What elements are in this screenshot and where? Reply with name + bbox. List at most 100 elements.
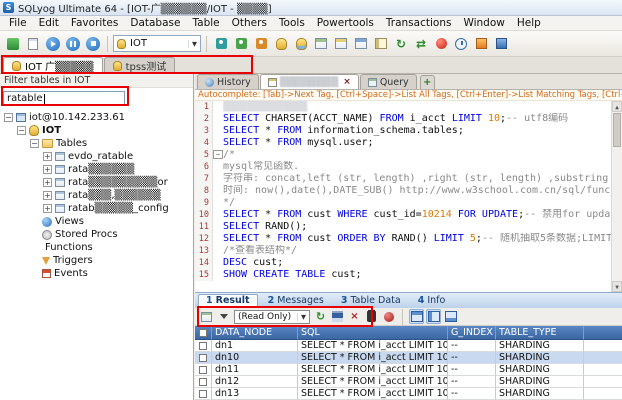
tab-messages[interactable]: 2 Messages — [261, 294, 331, 308]
grid-options-dropdown-icon[interactable] — [216, 309, 231, 324]
alter-database-icon[interactable] — [292, 35, 310, 53]
scrollbar-thumb[interactable] — [613, 113, 621, 147]
column-header-data_node[interactable]: DATA_NODE — [212, 326, 298, 340]
schema-sync-icon[interactable]: ⇄ — [412, 35, 430, 53]
user-manager-icon[interactable] — [212, 35, 230, 53]
editor-line[interactable]: 2SELECT CHARSET(ACCT_NAME) FROM i_acct L… — [195, 113, 622, 125]
editor-line[interactable]: 13/*查看表结构*/ — [195, 245, 622, 257]
tree-item[interactable]: Triggers — [0, 254, 193, 267]
collapse-icon[interactable]: − — [17, 126, 26, 135]
filter-tables-input[interactable]: ratable — [3, 91, 125, 106]
tab-table-data[interactable]: 3 Table Data — [334, 294, 408, 308]
create-user-icon[interactable] — [232, 35, 250, 53]
editor-line[interactable]: 10SELECT * FROM cust WHERE cust_id=10214… — [195, 209, 622, 221]
menu-item-tools[interactable]: Tools — [273, 17, 311, 29]
collapse-icon[interactable]: − — [4, 113, 13, 122]
tab-info[interactable]: 4 Info — [411, 294, 453, 308]
row-checkbox[interactable] — [199, 378, 207, 386]
new-connection-icon[interactable] — [4, 35, 22, 53]
connection-tab-tpss[interactable]: tpss测试 — [104, 57, 176, 73]
column-header-table_type[interactable]: TABLE_TYPE — [496, 326, 584, 340]
tree-item[interactable]: +rata▒▒▒,▒▒▒▒▒▒ — [0, 189, 193, 202]
editor-line[interactable]: 6mysql常见函数. — [195, 161, 622, 173]
new-query-editor-icon[interactable] — [24, 35, 42, 53]
column-header-sql[interactable]: SQL — [298, 326, 448, 340]
save-changes-icon[interactable] — [330, 309, 345, 324]
tree-item[interactable]: +rata▒▒▒▒▒▒▒▒▒or — [0, 176, 193, 189]
close-tab-icon[interactable]: × — [343, 77, 351, 87]
refresh-object-browser-icon[interactable]: ↻ — [392, 35, 410, 53]
expand-icon[interactable]: + — [43, 191, 52, 200]
alter-table-icon[interactable] — [332, 35, 350, 53]
editor-line[interactable]: 8时间: now(),date(),DATE_SUB() http://www.… — [195, 185, 622, 197]
edit-mode-select[interactable]: (Read Only) ▼ — [234, 310, 310, 324]
discard-changes-icon[interactable]: × — [347, 309, 362, 324]
tree-item[interactable]: Functions — [0, 241, 193, 254]
menu-item-edit[interactable]: Edit — [33, 17, 65, 29]
tree-item[interactable]: +evdo_ratable — [0, 150, 193, 163]
tab-history[interactable]: History — [197, 74, 259, 89]
menu-item-database[interactable]: Database — [124, 17, 186, 29]
editor-line[interactable]: 12SELECT * FROM cust ORDER BY RAND() LIM… — [195, 233, 622, 245]
tree-item[interactable]: +rata▒▒▒▒▒▒ — [0, 163, 193, 176]
select-all-checkbox[interactable] — [199, 329, 207, 337]
import-data-icon[interactable] — [492, 35, 510, 53]
tab-result[interactable]: 1 Result — [198, 294, 258, 308]
notifications-icon[interactable] — [432, 35, 450, 53]
scroll-down-icon[interactable]: ▼ — [612, 281, 622, 292]
collapse-icon[interactable]: − — [30, 139, 39, 148]
create-database-icon[interactable] — [272, 35, 290, 53]
table-row[interactable]: dn13SELECT * FROM i_acct LIMIT 10--SHARD… — [195, 388, 622, 400]
tree-item[interactable]: Views — [0, 215, 193, 228]
menu-item-help[interactable]: Help — [511, 17, 547, 29]
menu-item-file[interactable]: File — [3, 17, 33, 29]
table-row[interactable]: dn12SELECT * FROM i_acct LIMIT 10--SHARD… — [195, 376, 622, 388]
tree-item[interactable]: Stored Procs — [0, 228, 193, 241]
scroll-up-icon[interactable]: ▲ — [612, 101, 622, 112]
editor-line[interactable]: 3SELECT * FROM information_schema.tables… — [195, 125, 622, 137]
editor-line[interactable]: 14DESC cust; — [195, 257, 622, 269]
expand-icon[interactable]: + — [43, 178, 52, 187]
stop-retrieval-icon[interactable] — [381, 309, 396, 324]
expand-icon[interactable]: + — [43, 204, 52, 213]
row-checkbox[interactable] — [199, 354, 207, 362]
editor-line[interactable]: 9*/ — [195, 197, 622, 209]
sql-editor[interactable]: 1▒▒▒▒▒▒▒▒▒▒▒▒▒▒2SELECT CHARSET(ACCT_NAME… — [195, 101, 622, 292]
editor-line[interactable]: 11SELECT RAND(); — [195, 221, 622, 233]
menu-item-window[interactable]: Window — [457, 17, 510, 29]
row-checkbox[interactable] — [199, 366, 207, 374]
editor-line[interactable]: 5−/* — [195, 149, 622, 161]
menu-item-powertools[interactable]: Powertools — [311, 17, 380, 29]
editor-line[interactable]: 4SELECT * FROM mysql.user; — [195, 137, 622, 149]
tab-query-file[interactable]: ▒▒▒▒▒▒▒▒ × — [260, 74, 359, 89]
grid-export-icon[interactable] — [199, 309, 214, 324]
editor-line[interactable]: 7字符串: concat,left (str, length) ,right (… — [195, 173, 622, 185]
grid-view-icon[interactable] — [409, 309, 424, 324]
table-row[interactable]: dn1SELECT * FROM i_acct LIMIT 10--SHARDI… — [195, 340, 622, 352]
fold-collapse-icon[interactable]: − — [213, 150, 223, 159]
refresh-results-icon[interactable]: ↻ — [313, 309, 328, 324]
menu-item-others[interactable]: Others — [226, 17, 273, 29]
tree-item[interactable]: −iot@10.142.233.61 — [0, 111, 193, 124]
tree-item[interactable]: −Tables — [0, 137, 193, 150]
menu-item-favorites[interactable]: Favorites — [65, 17, 124, 29]
row-checkbox[interactable] — [199, 342, 207, 350]
execute-query-icon[interactable] — [44, 35, 62, 53]
tree-item[interactable]: Events — [0, 267, 193, 280]
tab-query[interactable]: Query — [360, 74, 417, 89]
tree-item[interactable]: +ratab▒▒▒▒▒_config — [0, 202, 193, 215]
stop-query-icon[interactable] — [84, 35, 102, 53]
manage-indexes-icon[interactable] — [352, 35, 370, 53]
connection-select[interactable]: IOT ▼ — [113, 35, 201, 52]
relationships-icon[interactable] — [372, 35, 390, 53]
table-row[interactable]: dn10SELECT * FROM i_acct LIMIT 10--SHARD… — [195, 352, 622, 364]
editor-line[interactable]: 1▒▒▒▒▒▒▒▒▒▒▒▒▒▒ — [195, 101, 622, 113]
execute-all-queries-icon[interactable] — [64, 35, 82, 53]
new-tab-button[interactable]: + — [420, 75, 435, 89]
column-header-g_index[interactable]: G_INDEX — [448, 326, 496, 340]
row-checkbox[interactable] — [199, 390, 207, 398]
expand-icon[interactable]: + — [43, 165, 52, 174]
tree-item[interactable]: −IOT — [0, 124, 193, 137]
menu-item-transactions[interactable]: Transactions — [380, 17, 458, 29]
editor-line[interactable]: 15SHOW CREATE TABLE cust; — [195, 269, 622, 281]
